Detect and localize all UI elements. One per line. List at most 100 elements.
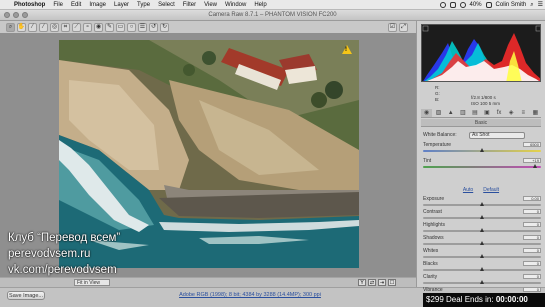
fullscreen-icon[interactable]: ⤢	[399, 22, 408, 32]
whites-slider[interactable]: Whites 0	[423, 248, 541, 261]
exposure-thumb[interactable]	[479, 202, 484, 206]
temperature-value-field[interactable]: 6500	[523, 142, 541, 147]
tab-camera-calibration[interactable]: ◈	[506, 109, 517, 117]
tint-slider[interactable]: Tint +19	[423, 158, 541, 171]
blacks-slider[interactable]: Blacks 0	[423, 261, 541, 274]
tint-thumb[interactable]	[532, 164, 537, 168]
red-eye-tool-icon[interactable]: ◉	[94, 22, 103, 32]
preferences-icon[interactable]: ☰	[138, 22, 147, 32]
highlights-slider[interactable]: Highlights 0	[423, 222, 541, 235]
copy-settings-icon[interactable]: ⇥	[378, 279, 386, 286]
clarity-slider[interactable]: Clarity 0	[423, 274, 541, 287]
highlights-value-field[interactable]: 0	[523, 222, 541, 227]
wifi-icon[interactable]	[459, 2, 466, 8]
spot-removal-tool-icon[interactable]: ∘	[83, 22, 92, 32]
auto-link[interactable]: Auto	[463, 187, 473, 194]
watermark-line-3: vk.com/perevodvsem	[8, 264, 117, 276]
search-icon[interactable]: ⌕	[530, 0, 533, 10]
targeted-adjustment-tool-icon[interactable]: ◎	[50, 22, 59, 32]
crop-tool-icon[interactable]: ⌗	[61, 22, 70, 32]
white-balance-tool-icon[interactable]: ⁄	[28, 22, 37, 32]
preview-toggle-icon[interactable]: ☑	[388, 22, 397, 32]
tab-split-toning[interactable]: ▤	[469, 109, 480, 117]
contrast-value-field[interactable]: 0	[523, 209, 541, 214]
hand-tool-icon[interactable]: ✋	[17, 22, 26, 32]
graduated-filter-icon[interactable]: ▭	[116, 22, 125, 32]
save-image-button[interactable]: Save Image...	[7, 291, 45, 300]
menu-filter[interactable]: Filter	[179, 0, 200, 10]
app-menu: Photoshop File Edit Image Layer Type Sel…	[10, 0, 271, 10]
before-after-icon[interactable]: Y	[358, 279, 366, 286]
deal-banner[interactable]: $299 Deal Ends in: 00:00:00	[423, 293, 545, 307]
shadows-slider[interactable]: Shadows 0	[423, 235, 541, 248]
workflow-options-link[interactable]: Adobe RGB (1998); 8 bit; 4384 by 3288 (1…	[170, 292, 330, 298]
menu-type[interactable]: Type	[133, 0, 154, 10]
menu-help[interactable]: Help	[250, 0, 270, 10]
color-sampler-tool-icon[interactable]: ⁄	[39, 22, 48, 32]
vibrance-value-field[interactable]: 0	[523, 287, 541, 292]
watermark-line-2: perevodvsem.ru	[8, 248, 91, 260]
radial-filter-icon[interactable]: ○	[127, 22, 136, 32]
highlights-thumb[interactable]	[479, 228, 484, 232]
menu-photoshop[interactable]: Photoshop	[10, 0, 49, 10]
white-balance-row: White Balance: As Shot	[423, 132, 541, 139]
tool-bar: ⌕ ✋ ⁄ ⁄ ◎ ⌗ ⟋ ∘ ◉ ✎ ▭ ○ ☰ ↺ ↻ ☑ ⤢	[0, 21, 416, 33]
tint-track[interactable]	[423, 166, 541, 168]
tab-detail[interactable]: ▲	[445, 109, 456, 117]
swap-settings-icon[interactable]: ⇄	[368, 279, 376, 286]
default-link[interactable]: Default	[483, 187, 499, 194]
temperature-slider[interactable]: Temperature 6500	[423, 142, 541, 155]
menu-select[interactable]: Select	[154, 0, 179, 10]
highlight-clipping-warning-icon[interactable]: !	[342, 45, 352, 54]
menu-edit[interactable]: Edit	[67, 0, 85, 10]
whites-value-field[interactable]: 0	[523, 248, 541, 253]
menu-window[interactable]: Window	[221, 0, 250, 10]
shadows-value-field[interactable]: 0	[523, 235, 541, 240]
white-balance-label: White Balance:	[423, 132, 457, 138]
shadows-thumb[interactable]	[479, 241, 484, 245]
menu-image[interactable]: Image	[85, 0, 110, 10]
histogram	[421, 24, 541, 82]
zoom-tool-icon[interactable]: ⌕	[6, 22, 15, 32]
battery-percent[interactable]: 40%	[470, 0, 482, 10]
menu-file[interactable]: File	[49, 0, 67, 10]
tab-presets[interactable]: ≡	[518, 109, 529, 117]
toggle-defaults-icon[interactable]: ☐	[388, 279, 396, 286]
iso-value: ISO 100	[471, 101, 488, 106]
battery-icon[interactable]	[485, 2, 492, 8]
contrast-slider[interactable]: Contrast 0	[423, 209, 541, 222]
rotate-right-icon[interactable]: ↻	[160, 22, 169, 32]
contrast-thumb[interactable]	[479, 215, 484, 219]
display-icon[interactable]	[449, 2, 456, 8]
tab-lens[interactable]: ▣	[481, 109, 492, 117]
panel-tabs: ◉ ▨ ▲ ▥ ▤ ▣ fx ◈ ≡ ▦	[421, 109, 541, 118]
adjustment-brush-icon[interactable]: ✎	[105, 22, 114, 32]
blacks-value-field[interactable]: 0	[523, 261, 541, 266]
menu-view[interactable]: View	[200, 0, 221, 10]
temperature-thumb[interactable]	[479, 148, 484, 152]
rotate-left-icon[interactable]: ↺	[149, 22, 158, 32]
tab-basic[interactable]: ◉	[421, 109, 433, 117]
clarity-thumb[interactable]	[479, 280, 484, 284]
exposure-value-field[interactable]: 0.00	[523, 196, 541, 201]
whites-thumb[interactable]	[479, 254, 484, 258]
tab-snapshots[interactable]: ▦	[530, 109, 541, 117]
tint-value-field[interactable]: +19	[523, 158, 541, 163]
tab-hsl[interactable]: ▥	[457, 109, 468, 117]
user-name[interactable]: Colin Smith	[496, 0, 527, 10]
clarity-value-field[interactable]: 0	[523, 274, 541, 279]
white-balance-select[interactable]: As Shot	[469, 132, 525, 139]
time-machine-icon[interactable]	[439, 2, 446, 8]
shadows-label: Shadows	[423, 235, 444, 241]
watermark-overlay: Клуб “Перевод всем” perevodvsem.ru vk.co…	[8, 230, 120, 278]
notification-center-icon[interactable]: ☰	[538, 0, 543, 10]
tab-effects[interactable]: fx	[494, 109, 505, 117]
tab-tone-curve[interactable]: ▨	[433, 109, 444, 117]
menu-layer[interactable]: Layer	[110, 0, 133, 10]
zoom-level-select[interactable]: Fit in View	[74, 279, 110, 286]
straighten-tool-icon[interactable]: ⟋	[72, 22, 81, 32]
b-readout: B:	[435, 97, 440, 102]
blacks-thumb[interactable]	[479, 267, 484, 271]
exposure-slider[interactable]: Exposure 0.00	[423, 196, 541, 209]
adjustments-panel: R: G: B: f/2.8 1/800 s ISO 100 5 mm ◉ ▨ …	[416, 21, 545, 297]
